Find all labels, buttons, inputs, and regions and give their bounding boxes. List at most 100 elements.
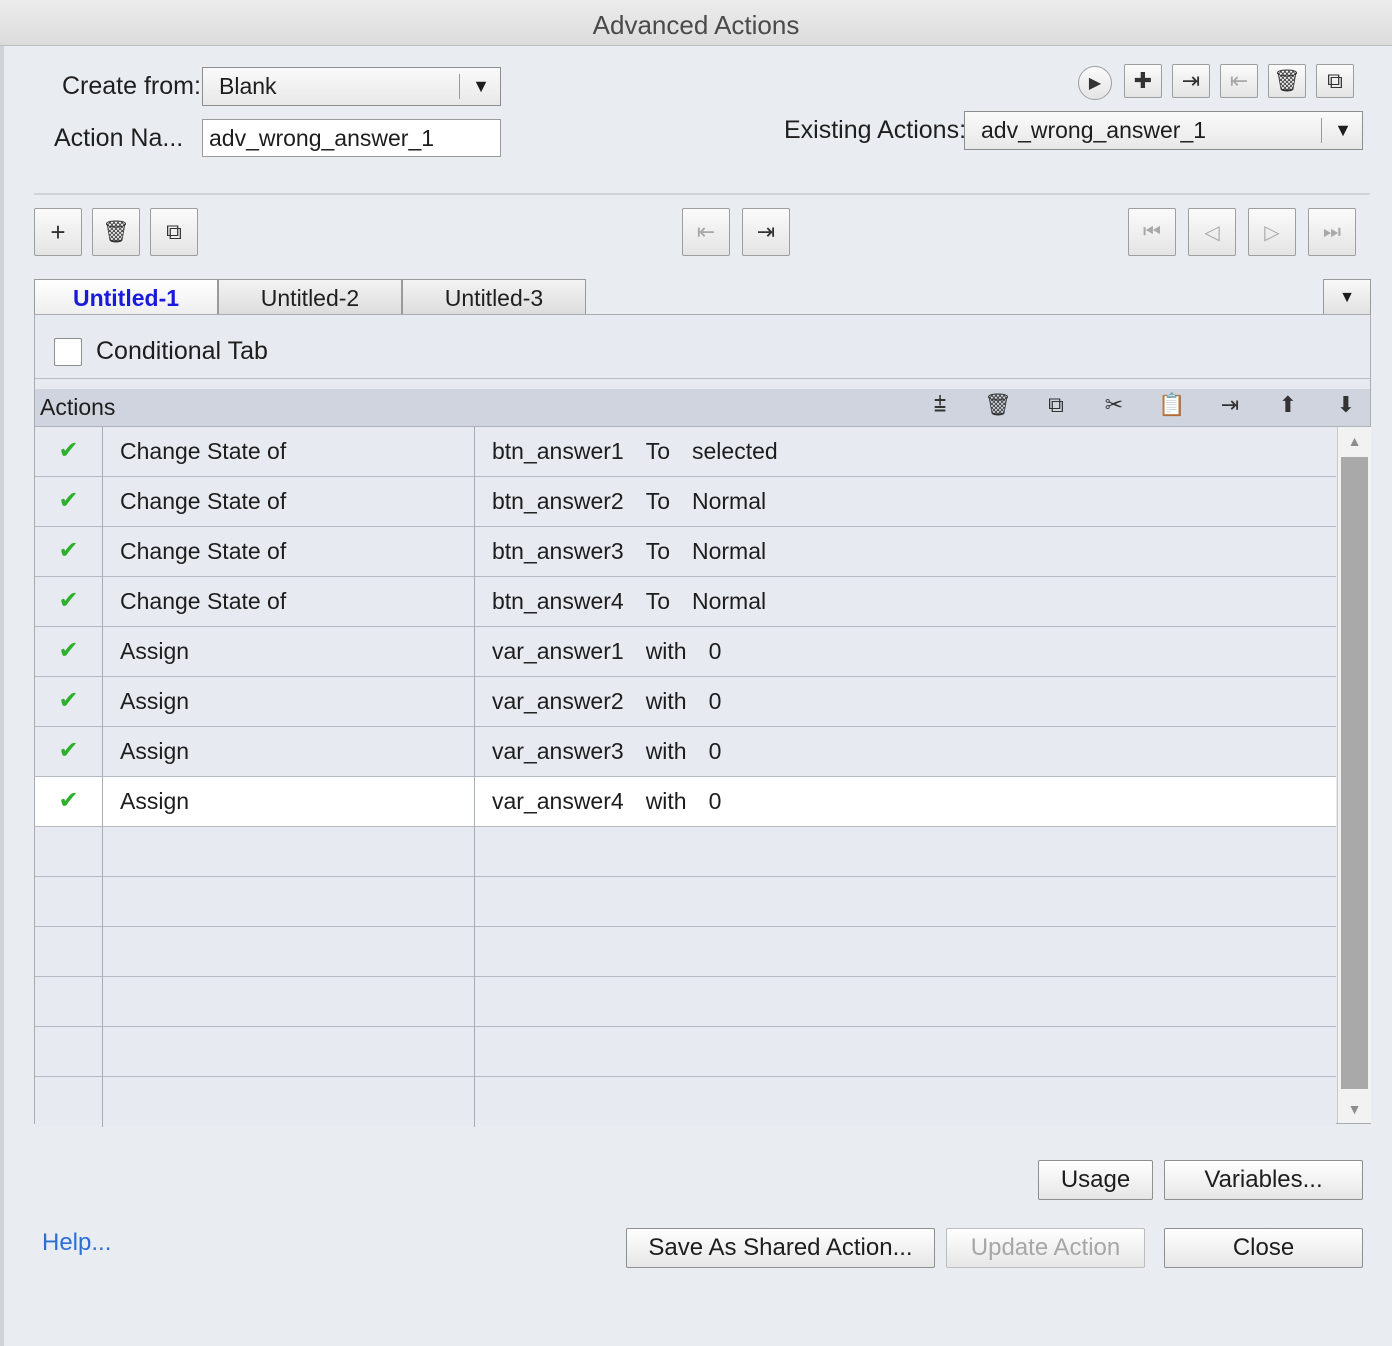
help-link[interactable]: Help... <box>42 1229 111 1257</box>
next-tab-icon[interactable]: ▷ <box>1248 208 1296 256</box>
paste-icon[interactable]: 📋 <box>1155 392 1189 422</box>
copy-tab-icon[interactable]: ⧉ <box>150 208 198 256</box>
params-cell[interactable]: btn_answer4 To Normal <box>475 577 1336 627</box>
empty-row[interactable] <box>35 827 1336 877</box>
table-row[interactable]: ✔ Assign var_answer2 with 0 <box>35 677 1336 727</box>
empty-cell[interactable] <box>103 877 475 927</box>
empty-cell[interactable] <box>103 927 475 977</box>
action-cell[interactable]: Change State of <box>103 577 475 627</box>
conditional-tab-checkbox[interactable] <box>54 338 82 366</box>
update-action-button[interactable]: Update Action <box>946 1228 1145 1268</box>
table-row[interactable]: ✔ Change State of btn_answer2 To Normal <box>35 477 1336 527</box>
action-cell[interactable]: Change State of <box>103 427 475 477</box>
table-row[interactable]: ✔ Change State of btn_answer1 To selected <box>35 427 1336 477</box>
empty-cell[interactable] <box>103 1027 475 1077</box>
table-row[interactable]: ✔ Assign var_answer1 with 0 <box>35 627 1336 677</box>
action-cell[interactable]: Assign <box>103 677 475 727</box>
check-icon: ✔ <box>35 577 103 627</box>
trash-icon[interactable]: 🗑 <box>1268 64 1306 98</box>
window-title: Advanced Actions <box>0 0 1392 46</box>
params-cell[interactable]: var_answer2 with 0 <box>475 677 1336 727</box>
save-shared-action-button[interactable]: Save As Shared Action... <box>626 1228 935 1268</box>
scroll-down-icon[interactable]: ▼ <box>1338 1095 1371 1123</box>
variables-button[interactable]: Variables... <box>1164 1160 1363 1200</box>
indent-icon[interactable]: ⇥ <box>1213 392 1247 422</box>
empty-cell[interactable] <box>103 827 475 877</box>
empty-row[interactable] <box>35 977 1336 1027</box>
empty-cell[interactable] <box>475 1077 1336 1127</box>
params-cell[interactable]: btn_answer3 To Normal <box>475 527 1336 577</box>
action-cell[interactable]: Change State of <box>103 477 475 527</box>
prev-tab-icon[interactable]: ◁ <box>1188 208 1236 256</box>
table-row[interactable]: ✔ Assign var_answer3 with 0 <box>35 727 1336 777</box>
window-frame <box>0 46 4 1346</box>
add-action-icon[interactable]: ✚ <box>1124 64 1162 98</box>
target: var_answer4 <box>492 788 624 814</box>
vertical-scrollbar[interactable]: ▲ ▼ <box>1337 427 1371 1123</box>
existing-actions-label: Existing Actions: <box>784 116 967 144</box>
empty-cell[interactable] <box>475 877 1336 927</box>
action-cell[interactable]: Assign <box>103 727 475 777</box>
empty-cell[interactable] <box>103 977 475 1027</box>
empty-cell[interactable] <box>475 927 1336 977</box>
empty-cell[interactable] <box>475 827 1336 877</box>
tab-untitled-2[interactable]: Untitled-2 <box>218 279 402 315</box>
usage-button[interactable]: Usage <box>1038 1160 1153 1200</box>
empty-cell[interactable] <box>475 977 1336 1027</box>
export-tab-icon[interactable]: ⇥ <box>742 208 790 256</box>
tab-list-dropdown[interactable]: ▼ <box>1323 279 1371 315</box>
table-row-selected[interactable]: ✔ Assign var_answer4 with 0 <box>35 777 1336 827</box>
operator: with <box>645 738 687 764</box>
copy-icon[interactable]: ⧉ <box>1039 392 1073 422</box>
empty-row[interactable] <box>35 877 1336 927</box>
duplicate-icon[interactable]: ⧉ <box>1316 64 1354 98</box>
combo-separator <box>1321 118 1322 143</box>
target: var_answer2 <box>492 688 624 714</box>
action-name-label: Action Na... <box>54 124 184 152</box>
existing-actions-dropdown[interactable]: adv_wrong_answer_1 ▼ <box>964 111 1363 150</box>
empty-cell <box>35 1027 103 1077</box>
tab-untitled-1[interactable]: Untitled-1 <box>34 279 218 315</box>
action-name-field[interactable]: adv_wrong_answer_1 <box>202 119 501 157</box>
chevron-down-icon[interactable]: ▼ <box>461 68 501 104</box>
operator: To <box>645 488 670 514</box>
chevron-down-icon[interactable]: ▼ <box>1323 112 1363 148</box>
close-button[interactable]: Close <box>1164 1228 1363 1268</box>
play-icon[interactable]: ▶ <box>1078 66 1112 100</box>
first-tab-icon[interactable]: ⏮ <box>1128 208 1176 256</box>
export-icon[interactable]: ⇤ <box>1220 64 1258 98</box>
insert-row-icon[interactable]: ⩲ <box>923 392 957 422</box>
params-cell[interactable]: btn_answer1 To selected <box>475 427 1336 477</box>
empty-cell[interactable] <box>475 1027 1336 1077</box>
cut-icon[interactable]: ✂ <box>1097 392 1131 422</box>
conditional-section: Conditional Tab <box>35 315 1370 379</box>
trash-icon[interactable]: 🗑 <box>92 208 140 256</box>
trash-icon[interactable]: 🗑 <box>981 392 1015 422</box>
create-from-dropdown[interactable]: Blank ▼ <box>202 67 501 106</box>
action-cell[interactable]: Change State of <box>103 527 475 577</box>
operator: with <box>645 788 687 814</box>
params-cell[interactable]: var_answer1 with 0 <box>475 627 1336 677</box>
empty-row[interactable] <box>35 1027 1336 1077</box>
operator: To <box>645 538 670 564</box>
empty-row[interactable] <box>35 927 1336 977</box>
table-row[interactable]: ✔ Change State of btn_answer3 To Normal <box>35 527 1336 577</box>
move-up-icon[interactable]: ⬆ <box>1271 392 1305 422</box>
action-cell[interactable]: Assign <box>103 627 475 677</box>
params-cell[interactable]: var_answer4 with 0 <box>475 777 1336 827</box>
empty-row[interactable] <box>35 1077 1336 1127</box>
params-cell[interactable]: btn_answer2 To Normal <box>475 477 1336 527</box>
scroll-up-icon[interactable]: ▲ <box>1338 427 1371 455</box>
tab-untitled-3[interactable]: Untitled-3 <box>402 279 586 315</box>
last-tab-icon[interactable]: ⏭ <box>1308 208 1356 256</box>
import-tab-icon[interactable]: ⇤ <box>682 208 730 256</box>
add-tab-icon[interactable]: + <box>34 208 82 256</box>
scroll-thumb[interactable] <box>1341 457 1368 1089</box>
operator: To <box>645 438 670 464</box>
action-cell[interactable]: Assign <box>103 777 475 827</box>
import-icon[interactable]: ⇥ <box>1172 64 1210 98</box>
table-row[interactable]: ✔ Change State of btn_answer4 To Normal <box>35 577 1336 627</box>
empty-cell[interactable] <box>103 1077 475 1127</box>
params-cell[interactable]: var_answer3 with 0 <box>475 727 1336 777</box>
move-down-icon[interactable]: ⬇ <box>1329 392 1363 422</box>
